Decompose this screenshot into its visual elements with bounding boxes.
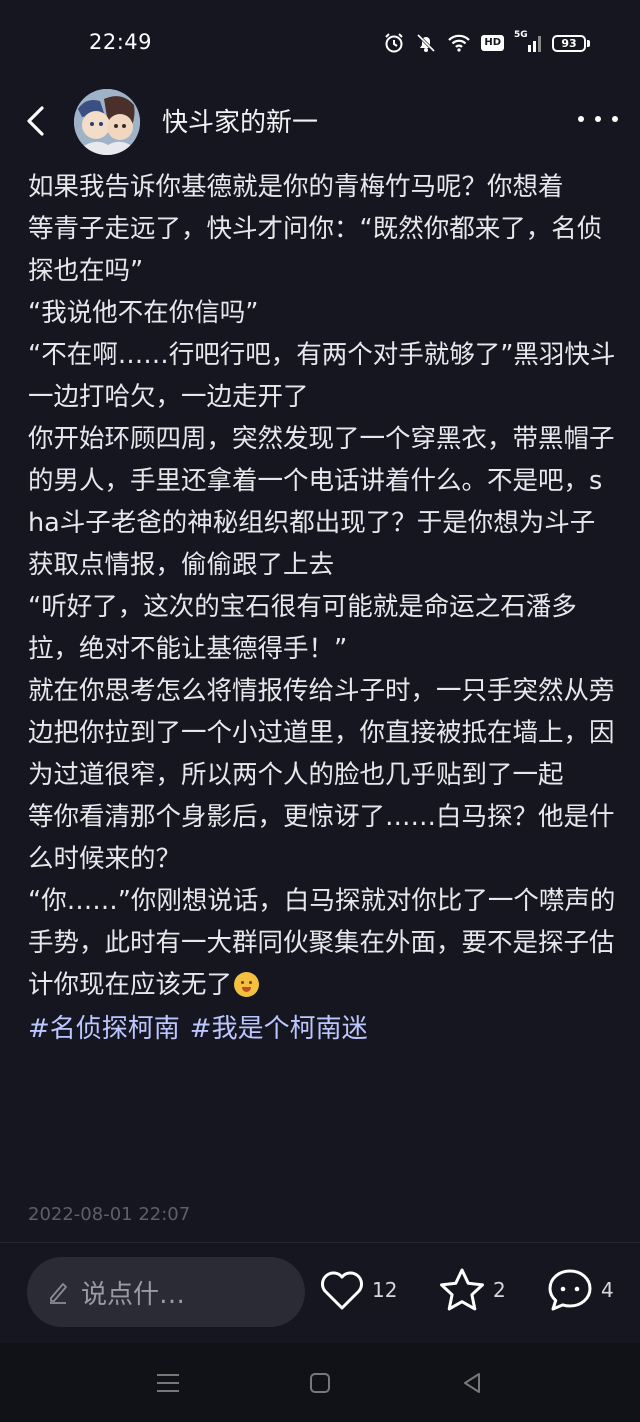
menu-icon bbox=[157, 1374, 179, 1392]
avatar[interactable] bbox=[74, 89, 140, 155]
back-arrow-icon bbox=[27, 106, 44, 136]
post-paragraph: 就在你思考怎么将情报传给斗子时，一只手突然从旁边把你拉到了一个小过道里，你直接被… bbox=[28, 676, 615, 790]
nav-back-button[interactable] bbox=[456, 1367, 488, 1399]
post-paragraph: “不在啊……行吧行吧，有两个对手就够了”黑羽快斗一边打哈欠，一边走开了 bbox=[28, 340, 616, 412]
more-dots-icon bbox=[578, 116, 584, 122]
favorite-button[interactable]: 2 bbox=[437, 1265, 506, 1315]
battery-level: 93 bbox=[552, 34, 586, 52]
top-bar: 快斗家的新一 bbox=[0, 86, 640, 170]
post-paragraph-text: “你……”你刚想说话，白马探就对你比了一个噤声的手势，此时有一大群同伙聚集在外面… bbox=[28, 886, 616, 1000]
like-count: 12 bbox=[372, 1278, 398, 1302]
nav-home-button[interactable] bbox=[304, 1367, 336, 1399]
post-paragraph: 等青子走远了，快斗才问你：“既然你都来了，名侦探也在吗” bbox=[28, 214, 603, 286]
hashtag-link[interactable]: #名侦探柯南 bbox=[28, 1014, 180, 1044]
chat-bubble-icon bbox=[548, 1269, 592, 1311]
wifi-icon bbox=[447, 33, 471, 53]
avatar-image bbox=[74, 89, 140, 155]
post-paragraph: 等你看清那个身影后，更惊讶了……白马探？他是什么时候来的？ bbox=[28, 802, 615, 874]
system-nav-bar bbox=[0, 1343, 640, 1422]
emoji-icon bbox=[234, 972, 260, 997]
battery-icon: 93 bbox=[552, 34, 590, 52]
pencil-icon bbox=[50, 1283, 67, 1304]
hashtag-link[interactable]: #我是个柯南迷 bbox=[190, 1014, 368, 1044]
mute-icon bbox=[415, 32, 437, 54]
post-paragraph-last: “你……”你刚想说话，白马探就对你比了一个噤声的手势，此时有一大群同伙聚集在外面… bbox=[28, 880, 618, 1006]
signal-icon: 5G bbox=[514, 30, 542, 54]
status-time: 22:49 bbox=[89, 30, 153, 54]
comment-placeholder: 说点什… bbox=[81, 1280, 186, 1310]
nav-menu-button[interactable] bbox=[152, 1367, 184, 1399]
like-button[interactable]: 12 bbox=[318, 1265, 397, 1315]
post-content: 如果我告诉你基德就是你的青梅竹马呢？你想着 等青子走远了，快斗才问你：“既然你都… bbox=[28, 166, 618, 1050]
post-paragraph: 如果我告诉你基德就是你的青梅竹马呢？你想着 bbox=[28, 172, 564, 202]
comment-button[interactable]: 4 bbox=[545, 1265, 614, 1315]
more-button[interactable] bbox=[578, 104, 618, 134]
favorite-count: 2 bbox=[493, 1278, 506, 1302]
back-button[interactable] bbox=[20, 104, 54, 138]
home-square-icon bbox=[310, 1373, 330, 1393]
status-icons: HD 5G 93 bbox=[383, 30, 590, 56]
comment-count: 4 bbox=[601, 1278, 614, 1302]
post-paragraph: 你开始环顾四周，突然发现了一个穿黑衣，带黑帽子的男人，手里还拿着一个电话讲着什么… bbox=[28, 424, 615, 580]
hd-badge: HD bbox=[481, 35, 504, 51]
star-icon bbox=[440, 1268, 484, 1311]
hashtag-list: #名侦探柯南 #我是个柯南迷 bbox=[28, 1008, 618, 1050]
status-bar: 22:49 HD 5G 93 bbox=[0, 0, 640, 86]
post-paragraph: “听好了，这次的宝石很有可能就是命运之石潘多拉，绝对不能让基德得手！” bbox=[28, 592, 577, 664]
post-paragraph: “我说他不在你信吗” bbox=[28, 298, 259, 328]
heart-icon bbox=[321, 1271, 363, 1310]
alarm-icon bbox=[383, 32, 405, 54]
back-triangle-icon bbox=[464, 1373, 480, 1393]
comment-input[interactable]: 说点什… bbox=[27, 1257, 305, 1327]
post-date: 2022-08-01 22:07 bbox=[28, 1204, 191, 1225]
action-bar: 说点什… 12 2 4 bbox=[0, 1243, 640, 1343]
page-title[interactable]: 快斗家的新一 bbox=[162, 102, 318, 139]
